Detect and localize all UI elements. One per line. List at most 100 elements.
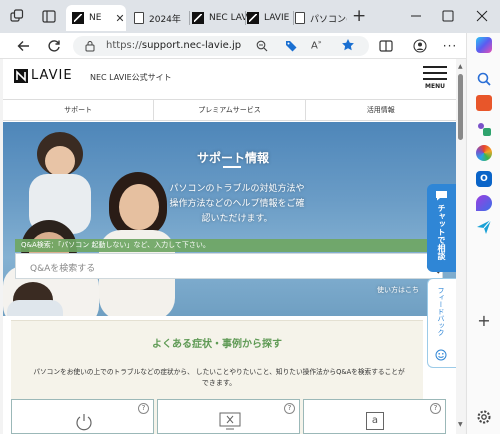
- nav-item-support[interactable]: サポート: [3, 100, 155, 120]
- symptoms-description: パソコンをお使いの上でのトラブルなどの症状から、 したいことやりたいこと、知りた…: [19, 367, 419, 389]
- add-sidebar-app-icon[interactable]: +: [476, 313, 492, 329]
- close-window-button[interactable]: [474, 8, 490, 24]
- close-tab-icon[interactable]: ✕: [115, 12, 124, 25]
- copilot-icon[interactable]: [476, 37, 492, 53]
- zoom-icon[interactable]: [256, 40, 268, 52]
- chat-consult-button[interactable]: チャットで相談: [427, 184, 456, 272]
- back-button[interactable]: [14, 36, 34, 56]
- tab-2024[interactable]: 2024年: [128, 5, 188, 31]
- url-host: support.nec-lavie.jp: [141, 40, 242, 51]
- hero-description-line: 操作方法などのヘルプ情報をご確: [169, 199, 305, 209]
- power-icon: [74, 412, 94, 432]
- menu-button[interactable]: MENU: [423, 65, 447, 91]
- tab-label: 2024年: [149, 14, 181, 25]
- logo-text: LAVIE: [31, 68, 73, 83]
- shopping-icon[interactable]: [476, 95, 492, 111]
- tab-nec-lavie[interactable]: NEC LAV: [186, 5, 248, 31]
- document-favicon-icon: [134, 12, 144, 24]
- symptoms-heading: よくある症状・事例から探す: [152, 339, 282, 350]
- lavie-favicon-icon: [247, 12, 259, 24]
- global-nav: サポート プレミアムサービス 活用情報: [3, 99, 456, 121]
- workspaces-icon[interactable]: [10, 9, 24, 23]
- nav-item-tips[interactable]: 活用情報: [306, 100, 456, 120]
- hero-banner: サポート情報 パソコンのトラブルの対処方法や 操作方法などのヘルプ情報をご確 認…: [3, 122, 456, 316]
- lavie-favicon-icon: [192, 12, 204, 24]
- search-hint-bar: Q&A検索：「パソコン 起動しない」など、入力して下さい。: [15, 239, 427, 252]
- tab-label: パソコンの: [310, 14, 347, 25]
- scroll-down-arrow-icon[interactable]: ▼: [458, 421, 463, 428]
- url-scheme: https://: [106, 40, 142, 51]
- lavie-favicon-icon: [72, 12, 84, 24]
- menu-label: MENU: [425, 83, 445, 90]
- new-tab-button[interactable]: +: [352, 6, 366, 26]
- help-icon[interactable]: ?: [284, 403, 295, 414]
- qa-search-input[interactable]: Q&Aを検索する: [15, 253, 443, 279]
- refresh-button[interactable]: [44, 36, 64, 56]
- display-error-icon: [219, 412, 241, 430]
- howto-link[interactable]: 使い方はこち: [377, 285, 419, 295]
- vertical-tabs-icon[interactable]: [42, 10, 56, 23]
- page-scrollbar[interactable]: ▲ ▼: [456, 59, 465, 434]
- games-icon[interactable]: [476, 121, 492, 137]
- address-bar[interactable]: https://support.nec-lavie.jp A»: [73, 36, 369, 56]
- profile-icon: [413, 39, 427, 53]
- edge-sidebar: O +: [466, 33, 500, 434]
- tab-bar: NE ✕ 2024年 NEC LAV LAVIE N パソコンの +: [0, 0, 500, 33]
- settings-gear-icon[interactable]: [476, 409, 492, 425]
- tab-pasokon[interactable]: パソコンの: [289, 5, 347, 31]
- refresh-icon: [48, 40, 60, 52]
- send-icon[interactable]: [476, 219, 492, 235]
- minimize-button[interactable]: [408, 8, 424, 24]
- url-text[interactable]: https://support.nec-lavie.jp: [106, 40, 241, 51]
- drop-icon[interactable]: [476, 195, 492, 211]
- nav-label: 活用情報: [366, 106, 395, 114]
- symptoms-description-line: パソコンをお使いの上でのトラブルなどの症状から、 したいことやりたいこと、知りた…: [33, 368, 405, 376]
- restore-button[interactable]: [440, 8, 456, 24]
- scrollbar-thumb[interactable]: [458, 74, 463, 140]
- category-card-power[interactable]: ?: [11, 399, 154, 434]
- profile-button[interactable]: [410, 36, 430, 56]
- document-favicon-icon: [295, 12, 305, 24]
- help-icon[interactable]: ?: [430, 403, 441, 414]
- lock-icon[interactable]: [85, 40, 95, 52]
- favorite-star-icon[interactable]: [341, 38, 355, 52]
- qa-search-placeholder: Q&Aを検索する: [30, 264, 96, 274]
- nav-item-premium[interactable]: プレミアムサービス: [154, 100, 306, 120]
- category-card-display[interactable]: ?: [157, 399, 300, 434]
- smiley-icon: [435, 349, 447, 361]
- web-page: LAVIE NEC LAVIE公式サイト MENU サポート プレミアムサービス…: [3, 59, 456, 434]
- hero-description-line: パソコンのトラブルの対処方法や: [169, 184, 305, 194]
- nav-label: サポート: [64, 106, 93, 114]
- feedback-button[interactable]: フィードバック: [427, 278, 456, 368]
- category-card-keyboard[interactable]: ? a: [303, 399, 446, 434]
- key-a-icon: a: [366, 412, 384, 430]
- microsoft-365-icon[interactable]: [476, 145, 492, 161]
- hero-title-underline: [223, 166, 241, 168]
- feedback-label: フィードバック: [437, 287, 445, 336]
- tab-label: NE: [89, 13, 102, 23]
- hero-title: サポート情報: [196, 151, 269, 165]
- chat-bubble-icon: [435, 190, 448, 201]
- split-screen-button[interactable]: [376, 36, 396, 56]
- help-icon[interactable]: ?: [138, 403, 149, 414]
- symptoms-description-line: できます。: [201, 379, 237, 387]
- coupon-tag-icon[interactable]: [284, 39, 298, 53]
- key-glyph: a: [371, 415, 379, 426]
- read-aloud-icon[interactable]: A»: [311, 39, 322, 51]
- chat-label: チャットで相談: [437, 204, 446, 260]
- tab-support-nec-lavie[interactable]: NE ✕: [66, 5, 126, 31]
- browser-toolbar: https://support.nec-lavie.jp A» ···: [0, 33, 500, 59]
- hero-description-line: 認いただけます。: [201, 214, 273, 224]
- more-options-button[interactable]: ···: [440, 36, 460, 56]
- lavie-logo[interactable]: LAVIE: [14, 68, 73, 83]
- search-icon[interactable]: [476, 71, 492, 87]
- ellipsis-icon: ···: [442, 39, 458, 53]
- arrow-left-icon: [17, 41, 29, 51]
- scroll-up-arrow-icon[interactable]: ▲: [458, 63, 463, 70]
- search-hint-text: Q&A検索：「パソコン 起動しない」など、入力して下さい。: [21, 241, 210, 249]
- outlook-icon[interactable]: O: [476, 171, 492, 187]
- lavie-logo-mark-icon: [14, 68, 28, 83]
- tab-lavie-n[interactable]: LAVIE N: [241, 5, 293, 31]
- hero-description: パソコンのトラブルの対処方法や 操作方法などのヘルプ情報をご確 認いただけます。: [137, 182, 337, 227]
- nav-label: プレミアムサービス: [198, 106, 261, 114]
